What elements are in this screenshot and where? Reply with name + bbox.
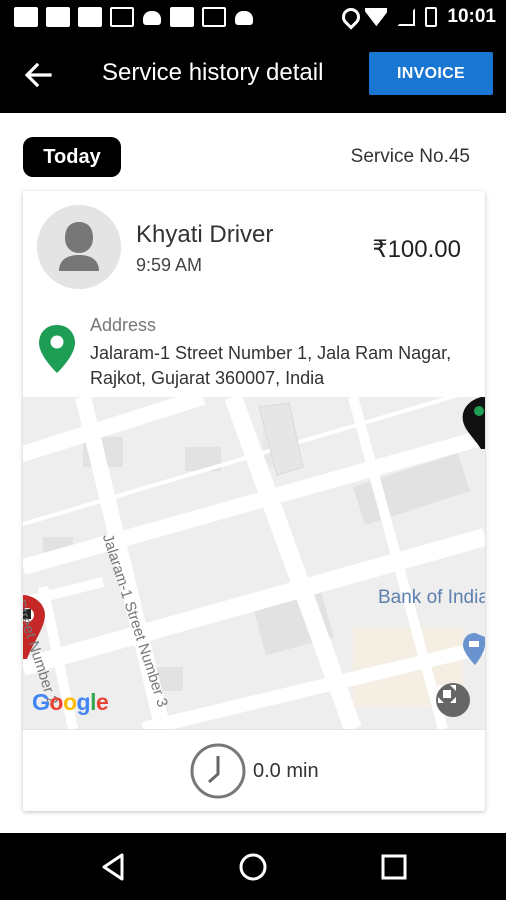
service-number: Service No.45 [350, 146, 470, 167]
address-text: Jalaram-1 Street Number 1, Jala Ram Naga… [90, 343, 452, 388]
avatar [37, 205, 121, 289]
location-pin-icon [39, 325, 75, 373]
square-recents-icon [381, 854, 407, 880]
system-icons: 10:01 [341, 6, 496, 28]
page-title: Service history detail [102, 59, 324, 86]
notification-icons [14, 7, 254, 27]
back-button[interactable] [20, 57, 56, 93]
android-icon [142, 7, 162, 25]
duration-row: 0.0 min [23, 729, 485, 811]
nav-recents-button[interactable] [376, 849, 412, 885]
circle-home-icon [239, 853, 267, 881]
wifi-icon [365, 8, 387, 26]
person-icon [37, 205, 121, 289]
address-label: Address [90, 315, 157, 335]
service-card: Khyati Driver 9:59 AM ₹100.00 Address Ja… [23, 191, 485, 811]
map-poi-label: Bank of India [378, 587, 485, 608]
blank-icon [78, 7, 102, 27]
map-tiles [23, 397, 485, 729]
fullscreen-button[interactable] [436, 683, 470, 717]
back-arrow-icon [24, 62, 52, 88]
android-icon [234, 7, 254, 25]
notification-icon [14, 7, 38, 27]
nav-back-button[interactable] [96, 849, 132, 885]
driver-time: 9:59 AM [136, 255, 203, 275]
system-nav-bar [0, 833, 506, 900]
app-bar: Service history detail INVOICE [0, 35, 506, 113]
route-map[interactable]: Jalaram-1 Street Number 3 Street Number … [23, 397, 485, 729]
location-icon [341, 8, 355, 26]
clock-icon [190, 743, 246, 799]
notification-icon [46, 7, 70, 27]
driver-name: Khyati Driver [136, 221, 274, 248]
google-logo: Google [32, 689, 109, 715]
battery-icon [425, 7, 438, 27]
fullscreen-icon [438, 685, 456, 703]
invoice-button[interactable]: INVOICE [369, 52, 493, 95]
nav-home-button[interactable] [235, 849, 271, 885]
notification-icon [170, 7, 194, 27]
status-time: 10:01 [447, 6, 496, 27]
date-pill: Today [23, 137, 121, 177]
calendar-icon [202, 7, 226, 27]
signal-icon [397, 8, 416, 26]
triangle-back-icon [102, 853, 124, 881]
duration-value: 0.0 min [253, 760, 319, 782]
main-content: Today Service No.45 Khyati Driver 9:59 A… [0, 113, 506, 833]
status-bar: 10:01 [0, 0, 506, 35]
image-icon [110, 7, 134, 27]
fare-amount: ₹100.00 [372, 236, 461, 263]
